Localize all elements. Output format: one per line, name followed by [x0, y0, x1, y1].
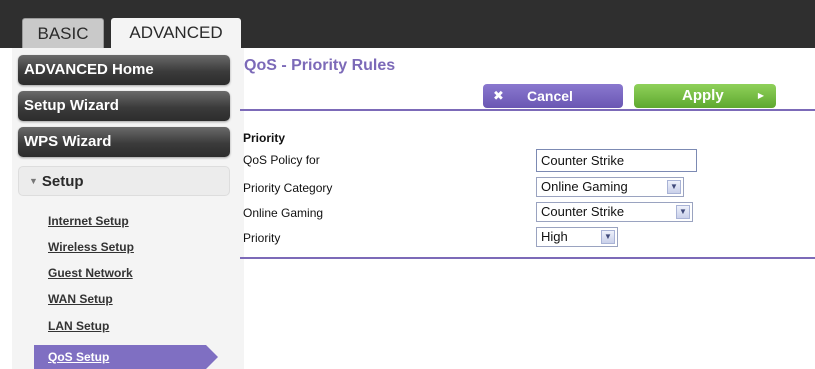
sidebar-item-setup-label: Setup [41, 173, 84, 190]
online-gaming-value: Counter Strike [541, 204, 625, 219]
sidebar-item-advanced-home[interactable]: ADVANCED Home [18, 55, 230, 85]
tab-advanced[interactable]: ADVANCED [111, 18, 241, 48]
tab-basic[interactable]: BASIC [22, 18, 104, 48]
page-title: QoS - Priority Rules [244, 57, 396, 74]
online-gaming-select[interactable]: Counter Strike ▼ [536, 202, 693, 222]
priority-value: High [541, 229, 568, 244]
priority-category-value: Online Gaming [541, 179, 628, 194]
sidebar: ADVANCED Home Setup Wizard WPS Wizard ▼ S… [12, 48, 244, 369]
sidebar-item-setup-wizard[interactable]: Setup Wizard [18, 91, 230, 121]
sidebar-link-guest-network[interactable]: Guest Network [48, 266, 133, 280]
sidebar-item-wps-wizard[interactable]: WPS Wizard [18, 127, 230, 157]
triangle-down-icon: ▼ [29, 176, 38, 186]
apply-button[interactable]: Apply ▶ [634, 84, 776, 108]
sidebar-link-qos-setup-label: QoS Setup [48, 350, 110, 364]
chevron-down-icon[interactable]: ▼ [676, 205, 690, 219]
chevron-down-icon[interactable]: ▼ [601, 230, 615, 244]
sidebar-link-qos-setup[interactable]: QoS Setup [34, 345, 218, 369]
sidebar-link-wan-setup[interactable]: WAN Setup [48, 292, 113, 306]
divider-bottom [240, 257, 815, 259]
label-qos-policy-for: QoS Policy for [243, 153, 320, 167]
divider-top [240, 109, 815, 111]
priority-select[interactable]: High ▼ [536, 227, 618, 247]
priority-category-select[interactable]: Online Gaming ▼ [536, 177, 684, 197]
cancel-button[interactable]: ✖ Cancel [483, 84, 623, 108]
sidebar-item-setup[interactable]: ▼ Setup [18, 166, 230, 196]
arrow-right-icon: ▶ [757, 91, 764, 100]
label-priority-category: Priority Category [243, 181, 333, 195]
sidebar-link-lan-setup[interactable]: LAN Setup [48, 319, 109, 333]
sidebar-link-internet-setup[interactable]: Internet Setup [48, 214, 129, 228]
label-priority: Priority [243, 231, 281, 245]
apply-button-label: Apply [682, 87, 724, 104]
cancel-button-label: Cancel [527, 88, 573, 104]
sidebar-link-wireless-setup[interactable]: Wireless Setup [48, 240, 134, 254]
qos-policy-name-input[interactable] [536, 149, 697, 172]
section-heading-priority: Priority [243, 131, 286, 145]
close-icon: ✖ [493, 88, 504, 103]
label-online-gaming: Online Gaming [243, 206, 324, 220]
chevron-down-icon[interactable]: ▼ [667, 180, 681, 194]
